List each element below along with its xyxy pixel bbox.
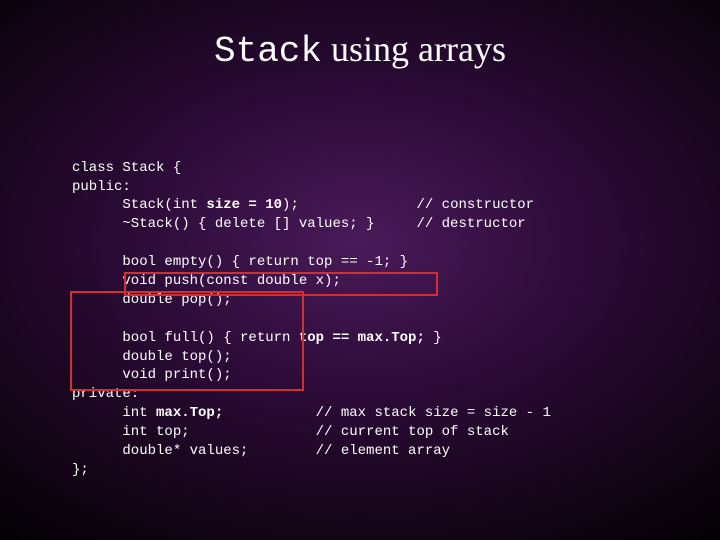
code-line: bool empty() { return top == -1; } [72,254,408,270]
code-bold: max.Top; [156,405,223,421]
code-line: class Stack { [72,160,181,176]
code-line: }; [72,462,89,478]
code-block: class Stack { public: Stack(int size = 1… [72,102,720,480]
code-line: ); // constructor [282,197,534,213]
code-line: double top(); [72,349,232,365]
code-line: void print(); [72,367,232,383]
code-line: double pop(); [72,292,232,308]
code-line: int [72,405,156,421]
title-rest: using arrays [322,29,506,69]
code-bold: top == max.Top; [299,330,425,346]
slide-title: Stack using arrays [0,0,720,102]
title-mono: Stack [214,31,322,72]
code-line: public: [72,179,131,195]
code-line: } [425,330,442,346]
code-line: int top; // current top of stack [72,424,509,440]
code-line: void push(const double x); [72,273,341,289]
code-bold: size = 10 [206,197,282,213]
code-line: Stack(int [72,197,206,213]
code-line: double* values; // element array [72,443,450,459]
code-line: bool full() { return [72,330,299,346]
code-line: private: [72,386,139,402]
code-line: // max stack size = size - 1 [223,405,551,421]
code-line: ~Stack() { delete [] values; } // destru… [72,216,526,232]
